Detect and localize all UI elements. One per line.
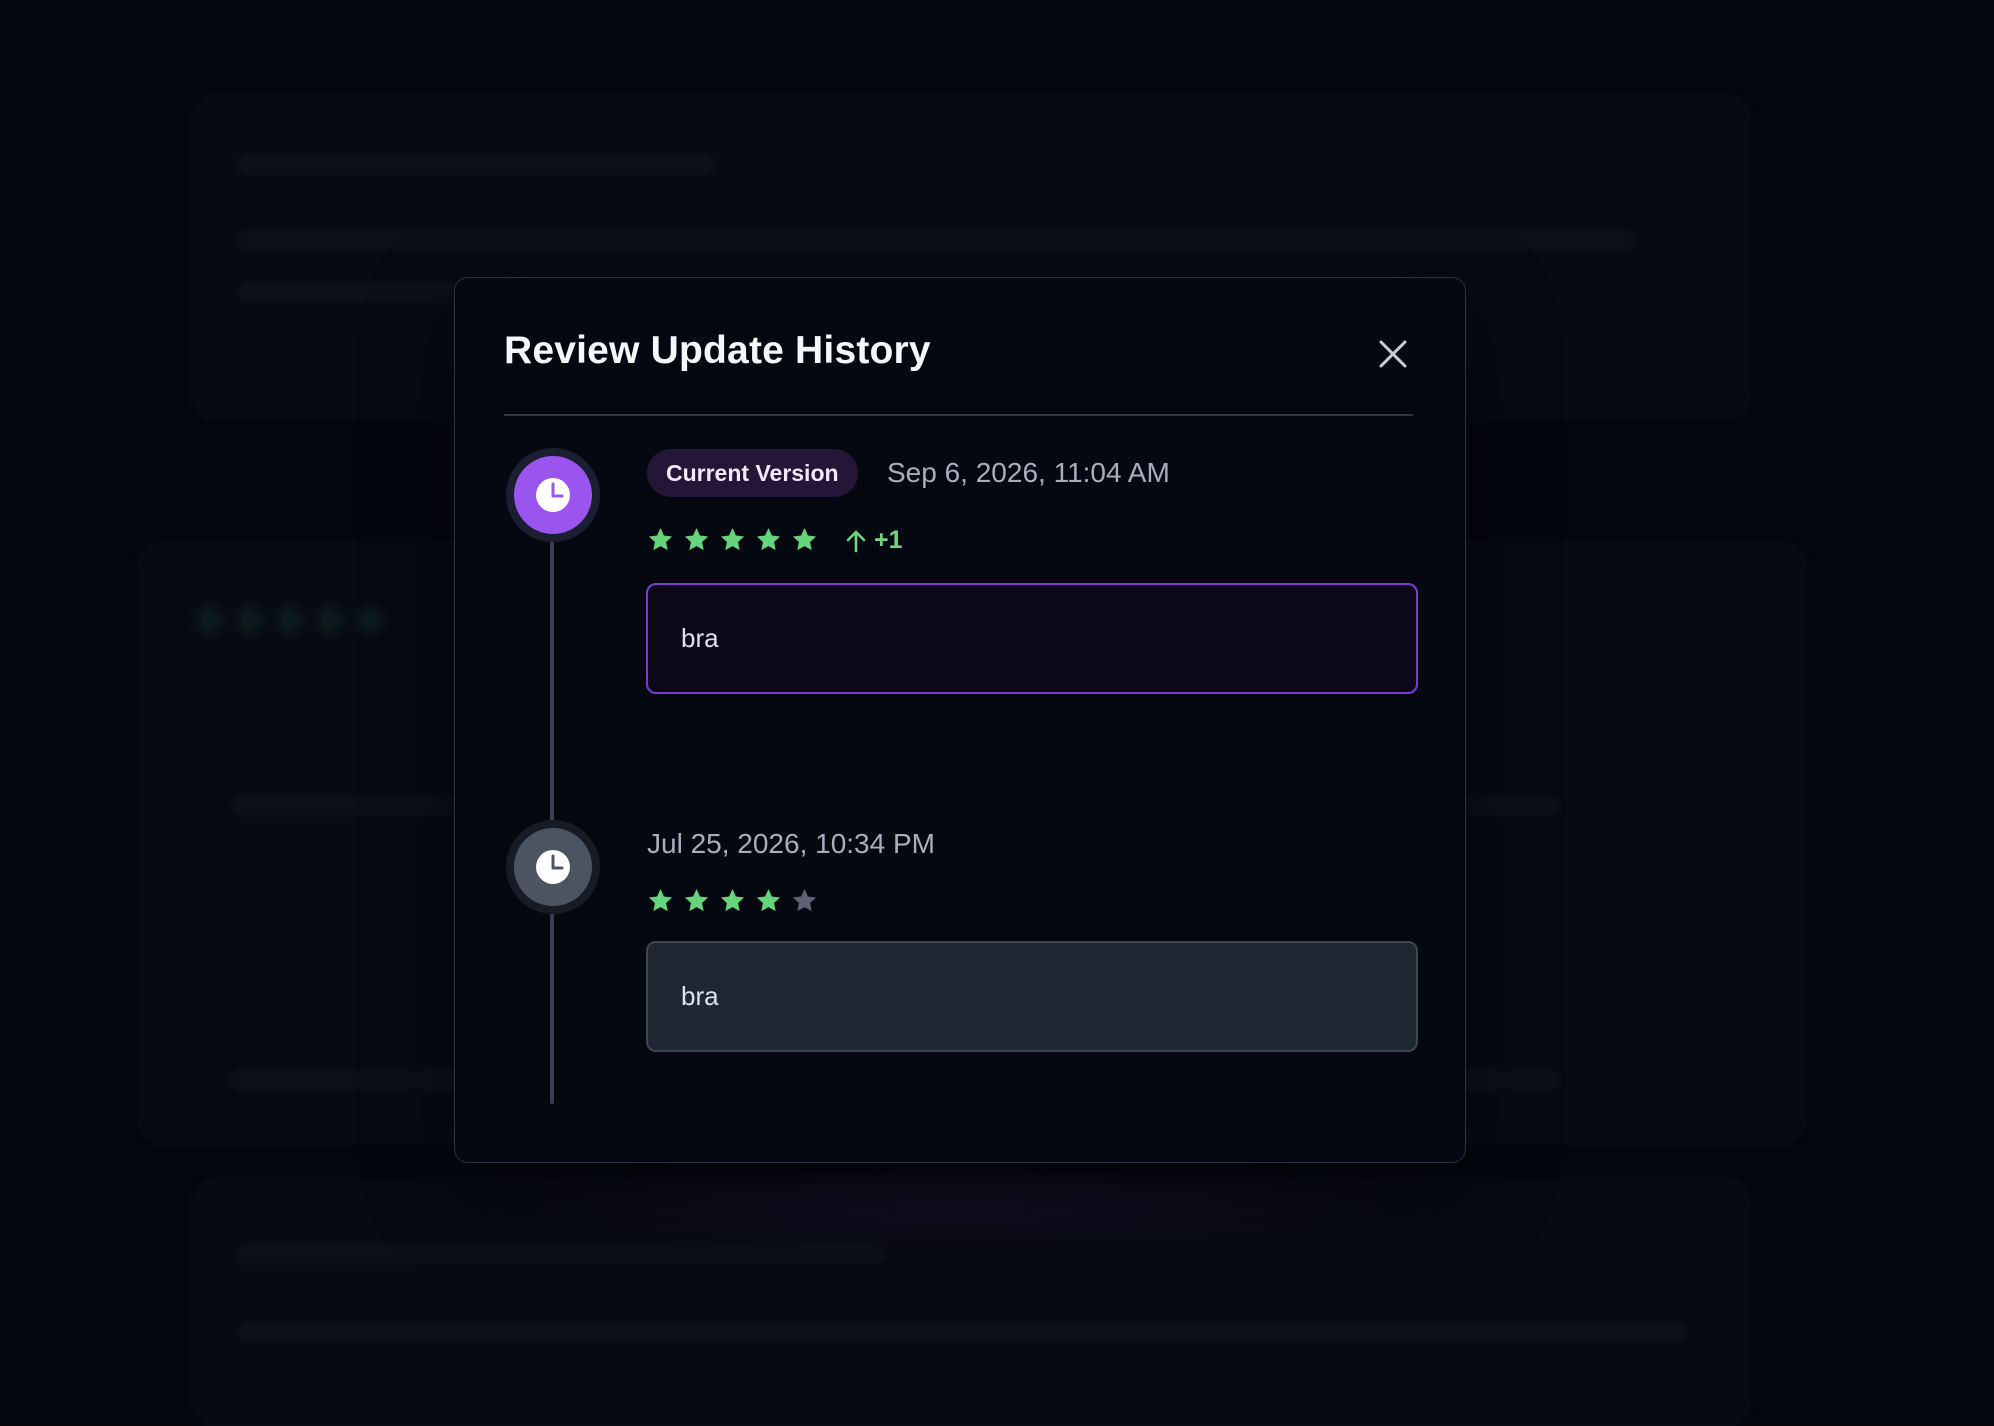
current-review-text: bra xyxy=(646,583,1418,694)
arrow-up-icon xyxy=(845,529,867,553)
current-rating-stars xyxy=(647,526,818,553)
clock-icon xyxy=(534,848,572,886)
current-version-node xyxy=(506,448,600,542)
current-version-badge: Current Version xyxy=(647,449,858,497)
rating-change-value: +1 xyxy=(874,528,903,553)
star-icon-filled xyxy=(791,526,818,553)
star-icon-filled xyxy=(755,887,782,914)
star-icon-filled xyxy=(647,887,674,914)
previous-review-text: bra xyxy=(646,941,1418,1052)
star-icon-filled xyxy=(647,526,674,553)
modal-divider xyxy=(504,414,1413,416)
rating-change: +1 xyxy=(845,528,903,553)
close-icon xyxy=(1376,337,1410,371)
timeline-connector xyxy=(550,492,554,1104)
star-icon-filled xyxy=(719,887,746,914)
previous-version-node xyxy=(506,820,600,914)
review-update-history-modal: Review Update History Current Version Se… xyxy=(454,277,1466,1163)
star-icon-empty xyxy=(791,887,818,914)
star-icon-filled xyxy=(719,526,746,553)
star-icon-filled xyxy=(683,526,710,553)
star-icon-filled xyxy=(683,887,710,914)
previous-rating-stars xyxy=(647,887,818,914)
star-icon-filled xyxy=(755,526,782,553)
clock-icon xyxy=(534,476,572,514)
current-version-timestamp: Sep 6, 2026, 11:04 AM xyxy=(887,459,1170,487)
close-button[interactable] xyxy=(1373,334,1413,374)
previous-version-timestamp: Jul 25, 2026, 10:34 PM xyxy=(647,830,935,858)
modal-title: Review Update History xyxy=(504,331,931,370)
